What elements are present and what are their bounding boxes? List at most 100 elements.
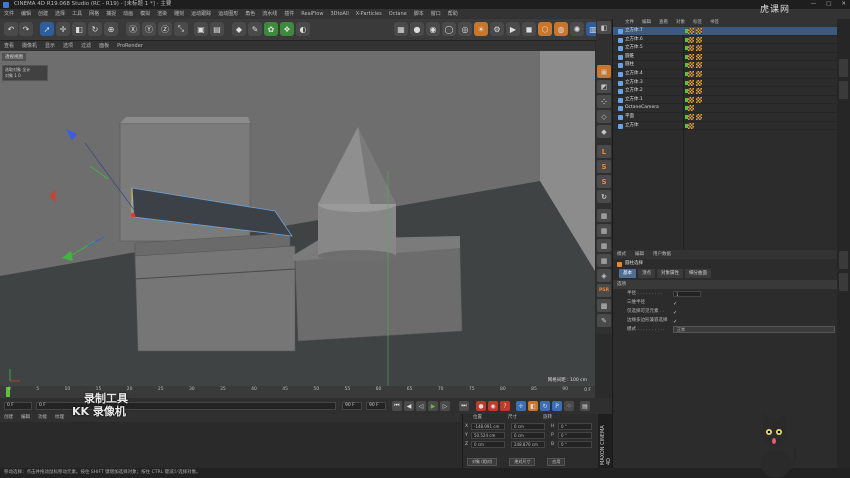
menu-item[interactable]: 选择 bbox=[55, 9, 65, 19]
viewport-menu-item[interactable]: 显示 bbox=[45, 41, 55, 51]
octane-material-icon[interactable]: ◼ bbox=[522, 22, 536, 36]
menu-item[interactable]: 捕捉 bbox=[106, 9, 116, 19]
prev-key-icon[interactable]: ◀ bbox=[404, 401, 414, 411]
x-axis-icon[interactable]: Ⓧ bbox=[126, 22, 140, 36]
menu-item[interactable]: 运动跟踪 bbox=[191, 9, 211, 19]
material-tag-icon[interactable] bbox=[688, 70, 694, 77]
object-row[interactable]: 立方体.3 bbox=[613, 79, 837, 88]
y-axis-icon[interactable]: Ⓨ bbox=[142, 22, 156, 36]
viewport-menu-item[interactable]: 摄像机 bbox=[22, 41, 37, 51]
array-icon[interactable]: ❖ bbox=[280, 22, 294, 36]
material-tag-icon[interactable] bbox=[696, 28, 702, 34]
material-tag-icon[interactable] bbox=[688, 88, 694, 95]
object-row[interactable]: 平面 bbox=[613, 113, 837, 122]
side-tab-objects[interactable] bbox=[839, 59, 848, 77]
cube-icon[interactable]: ◆ bbox=[232, 22, 246, 36]
coord-size-mode-dropdown[interactable]: 绝对尺寸 bbox=[509, 458, 536, 466]
material-tag-icon[interactable] bbox=[688, 96, 694, 103]
sun-light-icon[interactable]: ☀ bbox=[474, 22, 488, 36]
param-key-icon[interactable]: P bbox=[552, 401, 562, 411]
octane-live-icon[interactable]: ▶ bbox=[506, 22, 520, 36]
attr-radius-field[interactable]: 1 bbox=[673, 290, 701, 297]
pla-key-icon[interactable]: ⁘ bbox=[564, 401, 574, 411]
coord-rotation-field[interactable]: 0 ° bbox=[558, 432, 592, 439]
object-menu-item[interactable]: 书签 bbox=[710, 19, 719, 27]
side-tab-attributes[interactable] bbox=[839, 251, 848, 269]
attribute-menu-item[interactable]: 模式 bbox=[617, 250, 626, 259]
menu-item[interactable]: 3DtoAll bbox=[330, 9, 348, 19]
viewport-menu-item[interactable]: 过滤 bbox=[81, 41, 91, 51]
side-tab-content[interactable] bbox=[839, 81, 848, 99]
coord-rotation-field[interactable]: 0 ° bbox=[558, 441, 592, 448]
material-tag-icon[interactable] bbox=[688, 79, 694, 86]
camera-icon[interactable]: ◉ bbox=[426, 22, 440, 36]
go-to-start-icon[interactable]: ⏮ bbox=[392, 401, 402, 411]
object-row[interactable]: OctaneCamera bbox=[613, 104, 837, 113]
object-row[interactable]: 立方体.5 bbox=[613, 44, 837, 53]
object-menu-item[interactable]: 查看 bbox=[659, 19, 668, 27]
solo-icon[interactable]: ▦ bbox=[597, 209, 611, 222]
menu-item[interactable]: 渲染 bbox=[157, 9, 167, 19]
material-tag-icon[interactable] bbox=[696, 36, 702, 43]
texture-mode-icon[interactable]: ◩ bbox=[597, 80, 611, 93]
play-backwards-icon[interactable]: ◁ bbox=[416, 401, 426, 411]
object-row[interactable]: 立方体.7 bbox=[613, 27, 837, 36]
position-key-icon[interactable]: ✛ bbox=[516, 401, 526, 411]
object-menu-item[interactable]: 对象 bbox=[676, 19, 685, 27]
max-frame-field[interactable]: 90 F bbox=[366, 402, 386, 410]
floor-icon[interactable]: ▦ bbox=[394, 22, 408, 36]
side-tab-layers[interactable] bbox=[839, 273, 848, 291]
snap-settings-icon[interactable]: S bbox=[597, 175, 611, 188]
auto-key-icon[interactable]: ◉ bbox=[488, 401, 498, 411]
redo-icon[interactable]: ↷ bbox=[19, 22, 33, 36]
attribute-tab[interactable]: 细分曲面 bbox=[685, 269, 711, 278]
viewport-menu-item[interactable]: 查看 bbox=[4, 41, 14, 51]
object-row[interactable]: 立方体.4 bbox=[613, 70, 837, 79]
subdivision-icon[interactable]: ✿ bbox=[264, 22, 278, 36]
magnet-icon[interactable]: ↻ bbox=[597, 190, 611, 203]
brush-icon[interactable]: ✎ bbox=[597, 314, 611, 327]
menu-item[interactable]: 窗口 bbox=[431, 9, 441, 19]
object-menu-item[interactable]: 标签 bbox=[693, 19, 702, 27]
material-tag-icon[interactable] bbox=[688, 105, 694, 112]
coord-position-field[interactable]: 0 cm bbox=[471, 441, 505, 448]
solo-selection-icon[interactable]: ▦ bbox=[597, 239, 611, 252]
material-menu-item[interactable]: 纹理 bbox=[55, 414, 64, 422]
object-row[interactable]: 立方体.2 bbox=[613, 87, 837, 96]
coord-size-field[interactable]: 0 cm bbox=[511, 432, 545, 439]
viewport-menu-item[interactable]: 面板 bbox=[99, 41, 109, 51]
material-tag-icon[interactable] bbox=[688, 28, 694, 34]
minimize-button[interactable]: — bbox=[811, 0, 817, 9]
menu-item[interactable]: 网格 bbox=[89, 9, 99, 19]
viewport-menu-item[interactable]: 选项 bbox=[63, 41, 73, 51]
render-picture-viewer-icon[interactable]: ▤ bbox=[210, 22, 224, 36]
light-icon[interactable]: ◯ bbox=[442, 22, 456, 36]
menu-item[interactable]: 工具 bbox=[72, 9, 82, 19]
render-view-icon[interactable]: ▣ bbox=[194, 22, 208, 36]
rotation-key-icon[interactable]: ↻ bbox=[540, 401, 550, 411]
menu-item[interactable]: 流水线 bbox=[262, 9, 277, 19]
material-menu-item[interactable]: 创建 bbox=[4, 414, 13, 422]
menu-item[interactable]: 帮助 bbox=[448, 9, 458, 19]
solo-hierarchy-icon[interactable]: ▦ bbox=[597, 224, 611, 237]
z-axis-icon[interactable]: Ⓩ bbox=[158, 22, 172, 36]
menu-item[interactable]: 插件 bbox=[284, 9, 294, 19]
rotate-icon[interactable]: ↻ bbox=[88, 22, 102, 36]
psr-icon[interactable]: PSR bbox=[597, 284, 611, 297]
octane-icon[interactable]: ◎ bbox=[458, 22, 472, 36]
material-tag-icon[interactable] bbox=[688, 122, 694, 129]
edge-mode-icon[interactable]: ◇ bbox=[597, 110, 611, 123]
object-row[interactable]: 立方体.1 bbox=[613, 96, 837, 105]
coord-position-field[interactable]: -148.091 cm bbox=[471, 423, 505, 430]
attribute-tab[interactable]: 顶点 bbox=[638, 269, 655, 278]
menu-item[interactable]: X-Particles bbox=[356, 9, 382, 19]
move-icon[interactable]: ✛ bbox=[56, 22, 70, 36]
material-tag-icon[interactable] bbox=[696, 53, 702, 60]
coord-position-field[interactable]: 50.524 cm bbox=[471, 432, 505, 439]
menu-item[interactable]: 雕刻 bbox=[174, 9, 184, 19]
record-icon[interactable]: ● bbox=[476, 401, 486, 411]
point-mode-icon[interactable]: ⁘ bbox=[597, 95, 611, 108]
scale-icon[interactable]: ◧ bbox=[72, 22, 86, 36]
attr-mode-dropdown[interactable]: 正常 bbox=[673, 326, 835, 333]
attribute-menu-item[interactable]: 编辑 bbox=[635, 250, 644, 259]
